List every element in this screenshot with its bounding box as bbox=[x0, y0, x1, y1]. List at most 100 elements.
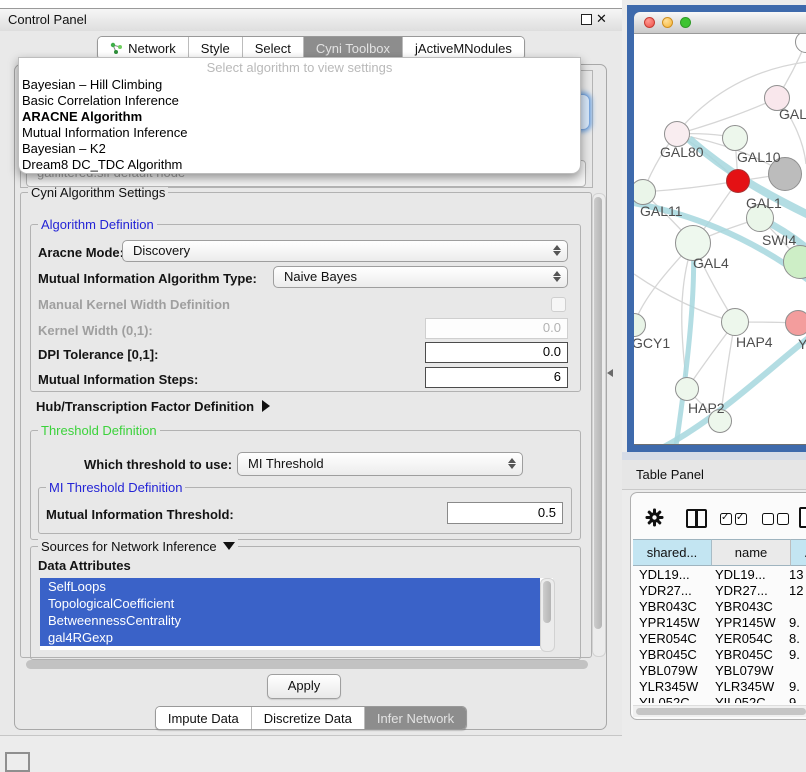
bottom-tab-bar: Impute Data Discretize Data Infer Networ… bbox=[0, 706, 622, 730]
table-row[interactable]: YER054CYER054C8. bbox=[633, 631, 806, 647]
table-row[interactable]: YBR045CYBR045C9. bbox=[633, 647, 806, 663]
which-threshold-value: MI Threshold bbox=[248, 453, 324, 475]
table-row[interactable]: YDL19...YDL19...13 bbox=[633, 567, 806, 583]
algorithm-option-1[interactable]: Basic Correlation Inference bbox=[22, 93, 179, 108]
close-traffic-light-icon[interactable] bbox=[644, 17, 655, 28]
bottom-left-partial-icon[interactable] bbox=[5, 752, 30, 772]
column-header-partial[interactable]: A bbox=[791, 539, 806, 566]
network-node-hap2[interactable] bbox=[675, 377, 699, 401]
cyni-algorithm-settings-title: Cyni Algorithm Settings bbox=[28, 185, 168, 200]
list-item-gal4rgexp[interactable]: gal4RGexp bbox=[40, 629, 540, 646]
data-attributes-list: SelfLoops TopologicalCoefficient Between… bbox=[40, 578, 553, 650]
settings-scrollbar[interactable] bbox=[592, 193, 606, 657]
unchecked-checkbox-icon[interactable] bbox=[762, 513, 774, 525]
mi-steps-field[interactable]: 6 bbox=[425, 367, 568, 388]
gear-icon[interactable] bbox=[645, 508, 664, 527]
table-rows: YDL19...YDL19...13 YDR27...YDR27...12 YB… bbox=[633, 567, 806, 703]
expand-right-icon bbox=[262, 400, 270, 412]
document-icon[interactable] bbox=[799, 507, 806, 528]
settings-scrollbar-thumb[interactable] bbox=[594, 197, 602, 629]
attributes-scrollbar[interactable] bbox=[540, 578, 555, 652]
column-header-name[interactable]: name bbox=[712, 539, 791, 566]
column-header-shared-name[interactable]: shared... bbox=[633, 539, 712, 566]
unchecked-checkbox-icon[interactable] bbox=[777, 513, 789, 525]
network-icon bbox=[110, 42, 123, 55]
which-threshold-label: Which threshold to use: bbox=[84, 457, 232, 472]
list-item-selfloops[interactable]: SelfLoops bbox=[40, 578, 540, 595]
manual-kernel-label: Manual Kernel Width Definition bbox=[38, 297, 230, 312]
mi-threshold-field[interactable]: 0.5 bbox=[447, 502, 563, 524]
node-label: Y bbox=[798, 336, 806, 352]
table-row[interactable]: YBL079WYBL079W bbox=[633, 663, 806, 679]
list-item-betweennesscentrality[interactable]: BetweennessCentrality bbox=[40, 612, 540, 629]
network-node-hap4[interactable] bbox=[721, 308, 749, 336]
splitter-collapse-icon[interactable] bbox=[607, 369, 613, 377]
node-label: SWI4 bbox=[762, 232, 796, 248]
kernel-width-label: Kernel Width (0,1): bbox=[38, 323, 153, 338]
algorithm-definition-title: Algorithm Definition bbox=[38, 217, 157, 232]
tab-impute-data[interactable]: Impute Data bbox=[156, 707, 251, 729]
stepper-icon bbox=[508, 457, 517, 470]
settings-hscrollbar-thumb[interactable] bbox=[26, 660, 588, 669]
network-canvas[interactable]: GAL GAL80 GAL10 GAL1 GAL11 SWI4 GAL4 GCY… bbox=[634, 34, 806, 444]
dpi-tolerance-label: DPI Tolerance [0,1]: bbox=[38, 347, 158, 362]
tab-network[interactable]: Network bbox=[98, 37, 188, 59]
threshold-definition-title: Threshold Definition bbox=[38, 423, 160, 438]
mi-type-select[interactable]: Naive Bayes bbox=[273, 266, 568, 288]
checked-checkbox-icon[interactable] bbox=[735, 513, 747, 525]
network-node-gal1[interactable] bbox=[726, 169, 750, 193]
checked-checkbox-icon[interactable] bbox=[720, 513, 732, 525]
network-node-green-upper[interactable] bbox=[722, 125, 748, 151]
data-attributes-label: Data Attributes bbox=[38, 558, 131, 573]
split-columns-icon[interactable] bbox=[686, 509, 707, 528]
zoom-traffic-light-icon[interactable] bbox=[680, 17, 691, 28]
table-row[interactable]: YDR27...YDR27...12 bbox=[633, 583, 806, 599]
minimize-traffic-light-icon[interactable] bbox=[662, 17, 673, 28]
node-label: HAP4 bbox=[736, 334, 773, 350]
close-icon[interactable]: ✕ bbox=[596, 11, 607, 27]
apply-button[interactable]: Apply bbox=[267, 674, 341, 699]
table-panel-title: Table Panel bbox=[636, 467, 704, 482]
tab-network-label: Network bbox=[128, 41, 176, 56]
which-threshold-select[interactable]: MI Threshold bbox=[237, 452, 523, 476]
algorithm-option-4[interactable]: Bayesian – K2 bbox=[22, 141, 106, 156]
kernel-width-field[interactable]: 0.0 bbox=[425, 318, 568, 339]
mi-type-value: Naive Bayes bbox=[284, 267, 357, 287]
algorithm-dropdown-list: Select algorithm to view settings Bayesi… bbox=[18, 57, 581, 174]
table-row[interactable]: YLR345WYLR345W9. bbox=[633, 679, 806, 695]
list-item-topologicalcoefficient[interactable]: TopologicalCoefficient bbox=[40, 595, 540, 612]
collapse-down-icon bbox=[223, 542, 235, 550]
algorithm-option-2-selected[interactable]: ARACNE Algorithm bbox=[22, 109, 142, 124]
tab-discretize-data[interactable]: Discretize Data bbox=[251, 707, 364, 729]
algorithm-option-0[interactable]: Bayesian – Hill Climbing bbox=[22, 77, 162, 92]
algorithm-option-5[interactable]: Dream8 DC_TDC Algorithm bbox=[22, 157, 182, 172]
network-node-salmon[interactable] bbox=[785, 310, 806, 336]
aracne-mode-select[interactable]: Discovery bbox=[122, 240, 568, 262]
algorithm-option-3[interactable]: Mutual Information Inference bbox=[22, 125, 187, 140]
manual-kernel-checkbox[interactable] bbox=[551, 297, 566, 312]
tab-jactivemnodules[interactable]: jActiveMNodules bbox=[402, 37, 524, 59]
float-window-icon[interactable] bbox=[581, 14, 592, 25]
control-panel-titlebar: Control Panel bbox=[0, 8, 622, 32]
attributes-scrollbar-thumb[interactable] bbox=[543, 581, 551, 623]
table-hscrollbar-thumb[interactable] bbox=[636, 708, 806, 715]
hub-definition-toggle[interactable]: Hub/Transcription Factor Definition bbox=[36, 399, 270, 414]
table-row[interactable]: YPR145WYPR145W9. bbox=[633, 615, 806, 631]
table-row[interactable]: YBR043CYBR043C bbox=[633, 599, 806, 615]
node-label: HAP2 bbox=[688, 400, 725, 416]
tab-cyni-toolbox[interactable]: Cyni Toolbox bbox=[303, 37, 402, 59]
table-row[interactable]: YIL052CYIL052C9 bbox=[633, 695, 806, 703]
network-window-titlebar[interactable] bbox=[634, 12, 806, 34]
dpi-tolerance-field[interactable]: 0.0 bbox=[425, 342, 568, 363]
node-label: GAL4 bbox=[693, 255, 729, 271]
node-label: GAL10 bbox=[737, 149, 781, 165]
table-panel-top-strip bbox=[622, 452, 806, 460]
mi-threshold-label: Mutual Information Threshold: bbox=[46, 507, 234, 522]
tab-style[interactable]: Style bbox=[188, 37, 242, 59]
sources-title[interactable]: Sources for Network Inference bbox=[38, 539, 238, 554]
tab-select[interactable]: Select bbox=[242, 37, 303, 59]
node-label: GAL bbox=[779, 106, 806, 122]
mi-steps-label: Mutual Information Steps: bbox=[38, 372, 198, 387]
tab-infer-network[interactable]: Infer Network bbox=[364, 707, 466, 729]
table-hscrollbar[interactable] bbox=[633, 705, 806, 717]
